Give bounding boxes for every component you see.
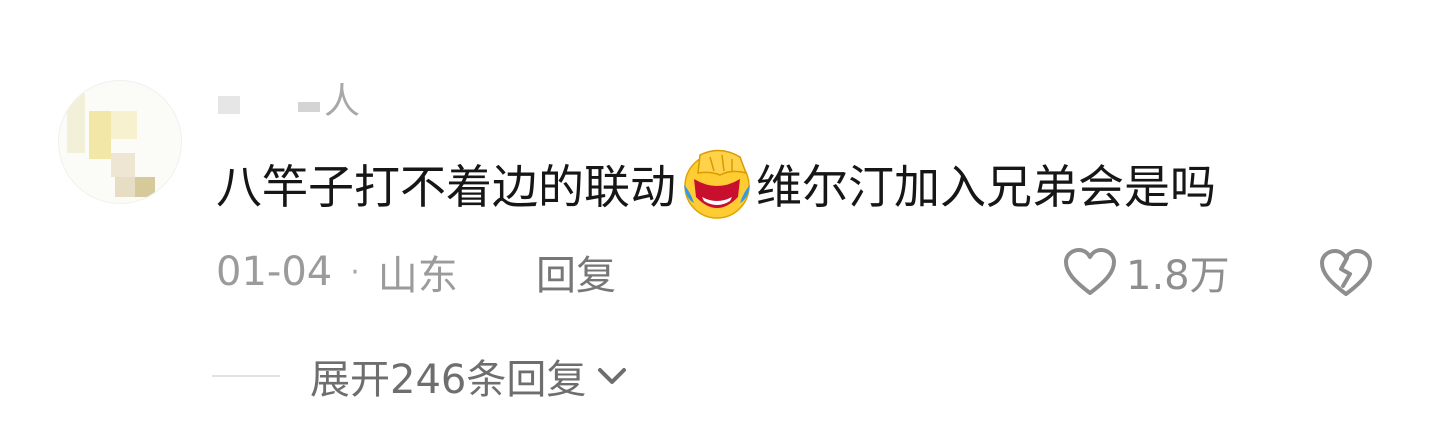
avatar-pixel [115, 177, 135, 197]
comment-text-part-1: 八竿子打不着边的联动 [216, 160, 676, 214]
like-button[interactable]: 1.8万 [1062, 240, 1230, 304]
username[interactable]: 人 [218, 74, 360, 122]
avatar[interactable] [58, 80, 182, 204]
facepalm-laugh-emoji-icon [684, 149, 750, 219]
username-blurred-part [298, 102, 320, 112]
reply-button[interactable]: 回复 [536, 242, 616, 302]
avatar-pixel [67, 93, 85, 153]
comment-item: 人 八竿子打不着边的联动 维尔汀加入兄弟会是吗 01-04 · 山东 回复 1.… [0, 0, 1440, 431]
comment-meta: 01-04 · 山东 [216, 242, 458, 302]
comment-text: 八竿子打不着边的联动 维尔汀加入兄弟会是吗 [216, 148, 1216, 220]
meta-separator: · [350, 254, 360, 290]
avatar-pixel [111, 153, 135, 177]
comment-location: 山东 [377, 253, 458, 299]
avatar-pixel [135, 177, 155, 197]
username-visible-text: 人 [324, 81, 361, 122]
comment-date: 01-04 [216, 249, 333, 295]
avatar-pixel [89, 111, 111, 159]
avatar-pixel [111, 111, 137, 139]
broken-heart-icon [1320, 249, 1372, 296]
heart-outline-icon [1064, 248, 1116, 295]
username-blurred-part [218, 96, 240, 114]
expand-replies-label: 展开246条回复 [310, 357, 587, 403]
dislike-button[interactable] [1316, 242, 1376, 302]
like-count: 1.8万 [1126, 253, 1230, 299]
chevron-down-icon [598, 368, 627, 384]
expand-replies-button[interactable]: 展开246条回复 [212, 346, 632, 406]
comment-text-part-2: 维尔汀加入兄弟会是吗 [756, 160, 1216, 214]
expand-divider-line [212, 375, 280, 377]
